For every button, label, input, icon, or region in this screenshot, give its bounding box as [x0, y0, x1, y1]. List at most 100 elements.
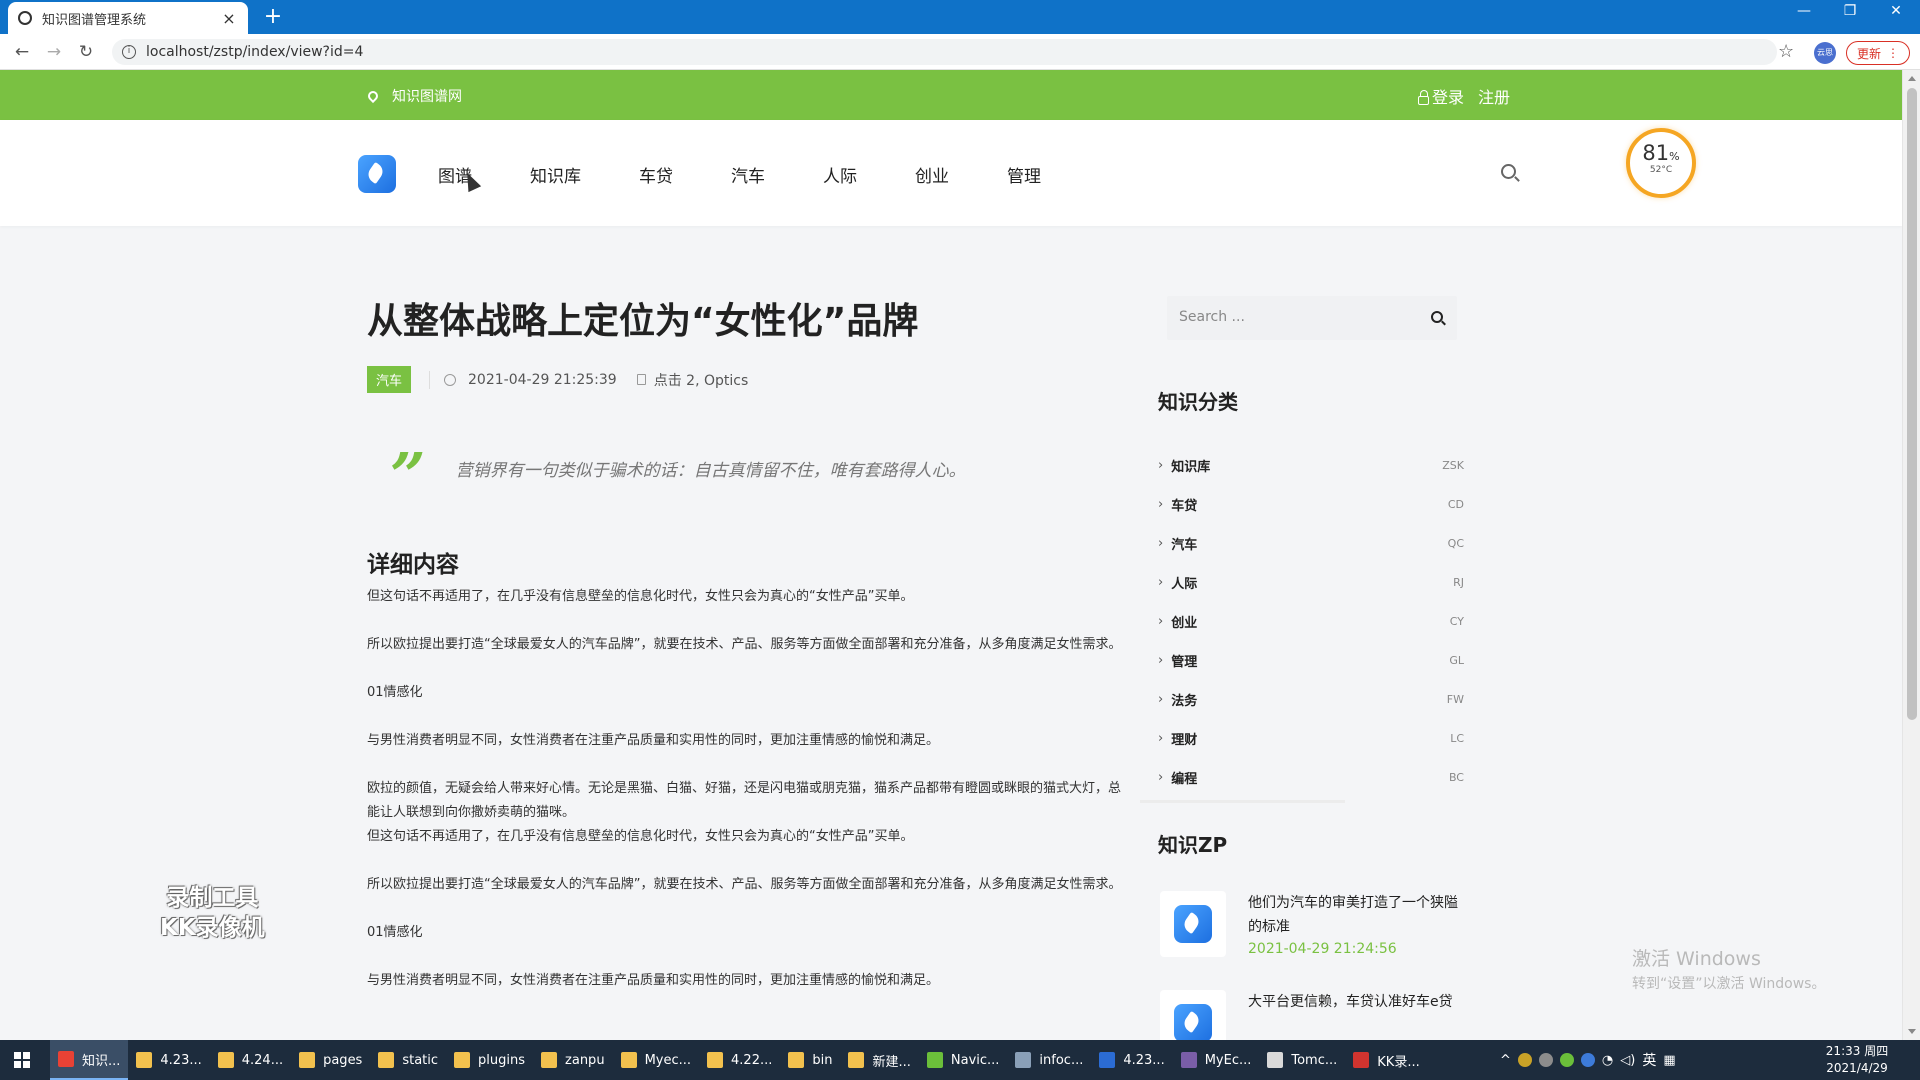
search-input[interactable]: Search ...	[1179, 309, 1245, 325]
search-icon[interactable]	[1501, 164, 1516, 179]
category-code: QC	[1447, 537, 1464, 550]
keyboard-icon[interactable]: ▦	[1663, 1053, 1675, 1068]
tray-app-icon[interactable]	[1580, 1053, 1595, 1067]
minimize-icon[interactable]: —	[1784, 3, 1824, 19]
taskbar-item[interactable]: infoc...	[1007, 1040, 1091, 1080]
zp-title: 知识ZP	[1158, 833, 1228, 857]
nav-item[interactable]: 车贷	[639, 162, 673, 187]
app-icon	[454, 1052, 471, 1068]
taskbar-item[interactable]: zanpu	[533, 1040, 613, 1080]
tray-app-icon[interactable]	[1538, 1053, 1553, 1067]
category-name: 人际	[1171, 577, 1198, 592]
taskbar-item-label: Tomc...	[1291, 1052, 1338, 1068]
tray-expand-icon[interactable]: ^	[1500, 1053, 1511, 1068]
forward-arrow-icon[interactable]: →	[42, 41, 66, 63]
chevron-right-icon: ›	[1158, 458, 1164, 473]
nav-item[interactable]: 知识库	[530, 162, 581, 187]
category-code: FW	[1446, 693, 1464, 706]
tray-app-icon[interactable]	[1517, 1053, 1532, 1067]
reload-icon[interactable]: ↻	[74, 41, 98, 63]
search-button-icon[interactable]	[1431, 311, 1443, 323]
taskbar-item[interactable]: KK录...	[1345, 1040, 1427, 1080]
article-paragraph: 与男性消费者明显不同，女性消费者在注重产品质量和实用性的同时，更加注重情感的愉悦…	[367, 733, 940, 748]
register-link[interactable]: 注册	[1478, 84, 1510, 108]
performance-gauge[interactable]: 81% 52°C	[1626, 128, 1696, 198]
app-icon	[541, 1052, 558, 1068]
info-icon[interactable]: i	[122, 45, 136, 59]
taskbar-item[interactable]: plugins	[446, 1040, 533, 1080]
taskbar-item[interactable]: Myec...	[613, 1040, 699, 1080]
post-thumbnail[interactable]	[1160, 891, 1226, 957]
taskbar-item-label: infoc...	[1039, 1052, 1084, 1068]
post-logo-icon	[1174, 905, 1212, 943]
taskbar-item-label: MyEc...	[1204, 1052, 1252, 1068]
login-link[interactable]: 登录	[1418, 84, 1464, 108]
category-item[interactable]: › 编程 BC	[1158, 758, 1464, 797]
page-scrollbar[interactable]	[1902, 70, 1920, 1040]
category-item[interactable]: › 理财 LC	[1158, 719, 1464, 758]
category-name: 理财	[1171, 733, 1198, 748]
lock-icon	[1418, 90, 1429, 105]
category-tag[interactable]: 汽车	[367, 366, 412, 393]
post-title[interactable]: 他们为汽车的审美打造了一个狭隘的标准	[1248, 891, 1466, 939]
network-icon[interactable]: ◔	[1602, 1053, 1613, 1068]
taskbar-item[interactable]: 4.22...	[699, 1040, 780, 1080]
category-code: GL	[1449, 654, 1464, 667]
app-icon	[1267, 1052, 1284, 1068]
nav-item[interactable]: 创业	[915, 162, 949, 187]
article-paragraph: 但这句话不再适用了，在几乎没有信息壁垒的信息化时代，女性只会为真心的“女性产品”…	[367, 829, 914, 844]
nav-item[interactable]: 人际	[823, 162, 857, 187]
category-code: RJ	[1453, 576, 1464, 589]
restore-icon[interactable]: ❐	[1830, 3, 1870, 19]
more-menu-icon[interactable]: ⋮	[1887, 46, 1899, 60]
app-icon	[217, 1052, 234, 1068]
input-language[interactable]: 英	[1642, 1050, 1656, 1070]
post-title[interactable]: 大平台更信赖，车贷认准好车e贷	[1248, 990, 1466, 1014]
category-item[interactable]: › 人际 RJ	[1158, 563, 1464, 602]
browser-tab[interactable]: 知识图谱管理系统 ×	[8, 2, 248, 34]
volume-icon[interactable]: ◁)	[1620, 1053, 1635, 1068]
windows-start-icon[interactable]	[14, 1052, 30, 1068]
taskbar-item[interactable]: Tomc...	[1259, 1040, 1345, 1080]
taskbar-item[interactable]: Navic...	[919, 1040, 1008, 1080]
post-logo-icon	[1174, 1004, 1212, 1042]
scroll-thumb[interactable]	[1907, 88, 1917, 720]
sidebar-search[interactable]: Search ...	[1167, 296, 1457, 340]
category-item[interactable]: › 知识库 ZSK	[1158, 446, 1464, 485]
site-logo[interactable]	[358, 155, 396, 193]
back-arrow-icon[interactable]: ←	[10, 41, 34, 63]
site-brand[interactable]: 知识图谱网	[365, 86, 462, 106]
taskbar-item[interactable]: MyEc...	[1173, 1040, 1260, 1080]
update-label: 更新	[1856, 46, 1881, 61]
category-item[interactable]: › 法务 FW	[1158, 680, 1464, 719]
taskbar-item[interactable]: 知识...	[50, 1040, 129, 1080]
article-paragraph: 01情感化	[367, 925, 423, 940]
taskbar-item[interactable]: pages	[291, 1040, 370, 1080]
close-window-icon[interactable]: ✕	[1876, 3, 1916, 19]
new-tab-button[interactable]: +	[260, 4, 286, 29]
tray-app-icon[interactable]	[1559, 1053, 1574, 1067]
taskbar-clock[interactable]: 21:33 周四 2021/4/29	[1822, 1043, 1892, 1077]
site-name: 知识图谱网	[392, 89, 462, 105]
taskbar-item[interactable]: 4.24...	[210, 1040, 291, 1080]
taskbar-item[interactable]: 新建...	[840, 1040, 918, 1080]
taskbar-item[interactable]: bin	[780, 1040, 840, 1080]
scroll-up-icon[interactable]	[1908, 76, 1916, 81]
taskbar-item[interactable]: static	[370, 1040, 446, 1080]
url-field[interactable]: i localhost/zstp/index/view?id=4	[112, 39, 1777, 65]
bookmark-star-icon[interactable]: ☆	[1778, 41, 1794, 62]
taskbar-item[interactable]: 4.23...	[128, 1040, 209, 1080]
taskbar-item[interactable]: 4.23...	[1091, 1040, 1172, 1080]
category-item[interactable]: › 管理 GL	[1158, 641, 1464, 680]
nav-item[interactable]: 汽车	[731, 162, 765, 187]
profile-avatar[interactable]: 云思	[1814, 42, 1836, 64]
article-title: 从整体战略上定位为“女性化”品牌	[367, 301, 919, 342]
category-item[interactable]: › 汽车 QC	[1158, 524, 1464, 563]
update-button[interactable]: 更新 ⋮	[1846, 41, 1910, 65]
category-item[interactable]: › 创业 CY	[1158, 602, 1464, 641]
category-item[interactable]: › 车贷 CD	[1158, 485, 1464, 524]
tab-close-icon[interactable]: ×	[220, 9, 238, 28]
nav-item[interactable]: 管理	[1007, 162, 1041, 187]
taskbar-item-label: 4.24...	[241, 1052, 284, 1068]
scroll-down-icon[interactable]	[1908, 1029, 1916, 1034]
